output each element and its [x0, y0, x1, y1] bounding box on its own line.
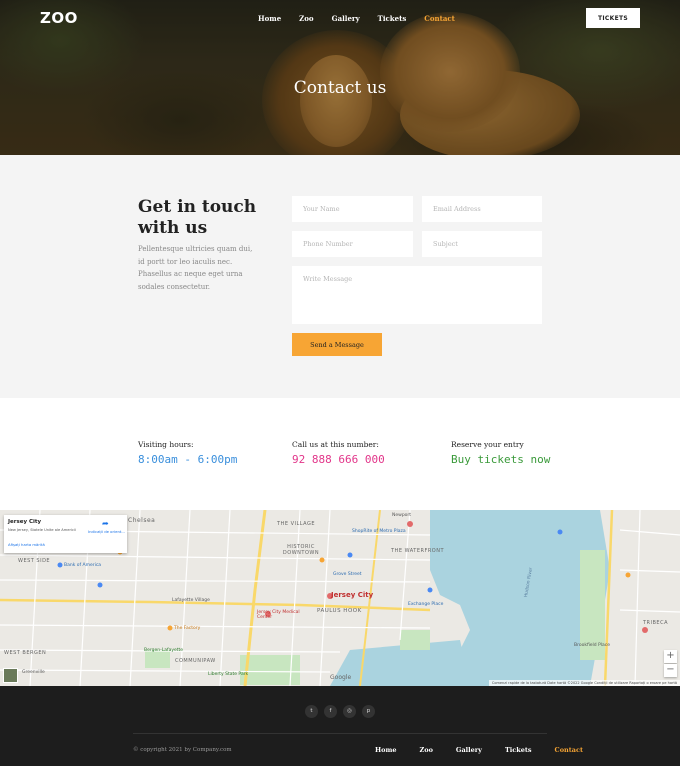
map-label-bergen-lafayette: Bergen-Lafayette	[144, 648, 184, 653]
nav-zoo[interactable]: Zoo	[299, 14, 313, 23]
satellite-toggle[interactable]	[3, 668, 18, 683]
pinterest-icon[interactable]: p	[362, 705, 375, 718]
entry-label: Reserve your entry	[451, 440, 524, 449]
phone-input[interactable]	[292, 231, 413, 257]
instagram-icon[interactable]: ◎	[343, 705, 356, 718]
map-label-west-side: West Side	[18, 558, 51, 564]
footer-nav-contact[interactable]: Contact	[555, 746, 583, 754]
site-logo[interactable]: ZOO	[40, 9, 78, 27]
map-label-communipaw: Communipaw	[175, 658, 216, 664]
zoom-in-button[interactable]: +	[664, 650, 677, 663]
message-textarea[interactable]	[292, 266, 542, 324]
buy-tickets-link[interactable]: Buy tickets now	[451, 453, 550, 466]
phone-value[interactable]: 92 888 666 000	[292, 453, 385, 466]
email-input[interactable]	[422, 196, 542, 222]
map-label-the-factory: The Factory	[174, 626, 201, 631]
nav-tickets[interactable]: Tickets	[378, 14, 407, 23]
send-message-button[interactable]: Send a Message	[292, 333, 382, 356]
map-label-the-village: The Village	[277, 521, 316, 527]
phone-label: Call us at this number:	[292, 440, 379, 449]
map-label-jersey-city: Jersey City	[331, 591, 374, 599]
footer-nav-home[interactable]: Home	[375, 746, 397, 754]
map-label-west-bergen: West Bergen	[4, 650, 47, 656]
map-embed[interactable]: Chelsea The Village ShopRite of Metro Pl…	[0, 510, 680, 686]
google-logo: Google	[330, 674, 352, 681]
map-label-historic-downtown: Historic Downtown	[282, 544, 320, 556]
hours-label: Visiting hours:	[138, 440, 194, 449]
map-label-bank-of-america: Bank of America	[64, 563, 102, 568]
zoom-out-button[interactable]: −	[664, 664, 677, 677]
footer-nav-zoo[interactable]: Zoo	[420, 746, 433, 754]
directions-icon[interactable]: ➦	[102, 519, 109, 528]
map-label-medical-center: Jersey City Medical Center	[257, 610, 300, 620]
page-title: Contact us	[293, 78, 387, 98]
subject-input[interactable]	[422, 231, 542, 257]
footer-menu: Home Zoo Gallery Tickets Contact	[375, 746, 606, 754]
map-label-liberty-state-park: Liberty State Park	[208, 672, 249, 677]
map-label-newport: Newport	[392, 513, 412, 518]
map-label-shoprite: ShopRite of Metro Plaza	[352, 529, 406, 534]
map-label-waterfront: The Waterfront	[391, 548, 445, 554]
map-info-card: Jersey City New Jersey, Statele Unite al…	[4, 515, 127, 553]
facebook-icon[interactable]: f	[324, 705, 337, 718]
nav-home[interactable]: Home	[258, 14, 281, 23]
larger-map-link[interactable]: Afișați harta mărită	[8, 542, 45, 547]
nav-gallery[interactable]: Gallery	[332, 14, 360, 23]
map-label-lafayette-village: Lafayette Village	[172, 598, 210, 603]
map-label-tribeca: Tribeca	[643, 620, 669, 626]
site-footer: t f ◎ p © copyright 2021 by Company.com …	[0, 686, 680, 766]
main-menu: Home Zoo Gallery Tickets Contact	[258, 14, 473, 23]
twitter-icon[interactable]: t	[305, 705, 318, 718]
map-label-brookfield-place: Brookfield Place	[574, 643, 611, 648]
map-label-paulus-hook: Paulus Hook	[317, 608, 362, 614]
nav-contact[interactable]: Contact	[424, 14, 455, 23]
tickets-button[interactable]: TICKETS	[586, 8, 640, 28]
contact-heading: Get in touch with us	[138, 197, 257, 238]
map-label-exchange-place: Exchange Place	[408, 602, 444, 607]
footer-divider	[133, 733, 547, 734]
map-card-title: Jersey City	[8, 519, 42, 525]
copyright-text: © copyright 2021 by Company.com	[133, 747, 232, 753]
map-label-chelsea: Chelsea	[128, 517, 156, 524]
contact-section: Get in touch with us Pellentesque ultric…	[0, 155, 680, 398]
info-section: Visiting hours: 8:00am - 6:00pm Call us …	[0, 398, 680, 510]
map-label-grove-street: Grove Street	[333, 572, 362, 577]
footer-nav-gallery[interactable]: Gallery	[456, 746, 482, 754]
top-navigation: ZOO Home Zoo Gallery Tickets Contact TIC…	[0, 0, 680, 36]
contact-description: Pellentesque ultricies quam dui, id port…	[138, 245, 253, 291]
footer-nav-tickets[interactable]: Tickets	[505, 746, 532, 754]
hero-banner: ZOO Home Zoo Gallery Tickets Contact TIC…	[0, 0, 680, 155]
map-label-greenville: Greenville	[22, 670, 45, 675]
map-card-subtitle: New Jersey, Statele Unite ale Americii	[8, 528, 76, 532]
directions-link[interactable]: Indicații de orient...	[88, 529, 126, 534]
name-input[interactable]	[292, 196, 413, 222]
hours-value: 8:00am - 6:00pm	[138, 453, 238, 466]
